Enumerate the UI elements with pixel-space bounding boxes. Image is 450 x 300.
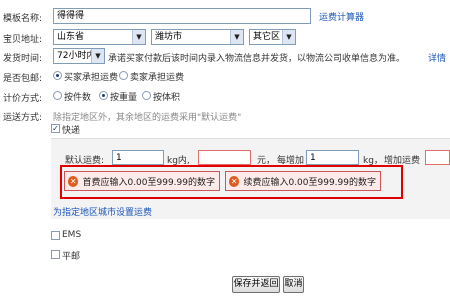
surface-mail-label: 平邮 [62, 252, 81, 262]
save-and-return-button[interactable]: 保存并返回 [232, 276, 280, 293]
additional-fee-error: ✕ 续费应输入0.00至999.99的数字 [225, 171, 381, 191]
seller-pays-radio[interactable] [119, 71, 128, 80]
free-shipping-label: 是否包邮: [3, 74, 43, 84]
template-name-input[interactable]: 得得得 [53, 8, 311, 24]
district-value: 其它区 [253, 32, 281, 42]
express-label: 快递 [62, 126, 81, 136]
error-icon: ✕ [229, 175, 240, 187]
first-weight-input[interactable]: 1 [112, 150, 164, 165]
by-volume-radio[interactable] [142, 91, 151, 100]
seller-pays-label: 卖家承担运费 [130, 73, 185, 83]
ship-time-note: 承诺买家付款后该时间内录入物流信息并发货，以物流公司收单信息为准。 [108, 54, 406, 64]
chevron-down-icon: ▼ [230, 30, 243, 44]
pricing-label: 计价方式: [3, 94, 43, 104]
template-name-label: 模板名称: [3, 14, 43, 24]
buyer-pays-radio[interactable] [53, 71, 62, 80]
cancel-button[interactable]: 取消 [283, 276, 304, 293]
province-value: 山东省 [57, 32, 85, 42]
first-fee-input[interactable] [198, 150, 251, 165]
ems-checkbox[interactable] [51, 231, 60, 240]
region-fee-link[interactable]: 为指定地区城市设置运费 [53, 205, 152, 218]
by-weight-label: 按重量 [110, 93, 138, 103]
surface-mail-checkbox[interactable] [51, 250, 60, 259]
freight-calculator-link[interactable]: 运费计算器 [319, 10, 364, 23]
by-weight-radio[interactable] [99, 91, 108, 100]
express-checkbox[interactable]: ✓ [51, 124, 60, 133]
chevron-down-icon: ▼ [132, 30, 145, 44]
province-select[interactable]: 山东省 ▼ [53, 29, 146, 45]
by-piece-radio[interactable] [53, 91, 62, 100]
delivery-label: 运送方式: [3, 113, 43, 123]
error-icon: ✕ [68, 175, 79, 187]
additional-fee-error-text: 续费应输入0.00至999.99的数字 [243, 177, 376, 188]
district-select[interactable]: 其它区 ▼ [249, 29, 296, 45]
chevron-down-icon: ▼ [91, 49, 104, 63]
buyer-pays-label: 买家承担运费 [64, 73, 119, 83]
first-fee-error: ✕ 首费应输入0.00至999.99的数字 [64, 171, 220, 191]
details-link[interactable]: 详情 [428, 51, 446, 64]
ems-label: EMS [62, 230, 82, 240]
additional-fee-input[interactable] [425, 150, 450, 165]
ship-time-select[interactable]: 72小时内 ▼ [53, 48, 105, 64]
by-volume-label: 按体积 [153, 93, 181, 103]
address-label: 宝贝地址: [3, 35, 43, 45]
first-fee-error-text: 首费应输入0.00至999.99的数字 [82, 177, 215, 188]
ship-time-value: 72小时内 [57, 51, 96, 61]
city-value: 潍坊市 [155, 32, 183, 42]
delivery-hint: 除指定地区外，其余地区的运费采用"默认运费" [53, 113, 242, 123]
additional-weight-input[interactable]: 1 [306, 150, 359, 165]
chevron-down-icon: ▼ [282, 30, 295, 44]
city-select[interactable]: 潍坊市 ▼ [151, 29, 244, 45]
by-piece-label: 按件数 [64, 93, 92, 103]
ship-time-label: 发货时间: [3, 54, 43, 64]
